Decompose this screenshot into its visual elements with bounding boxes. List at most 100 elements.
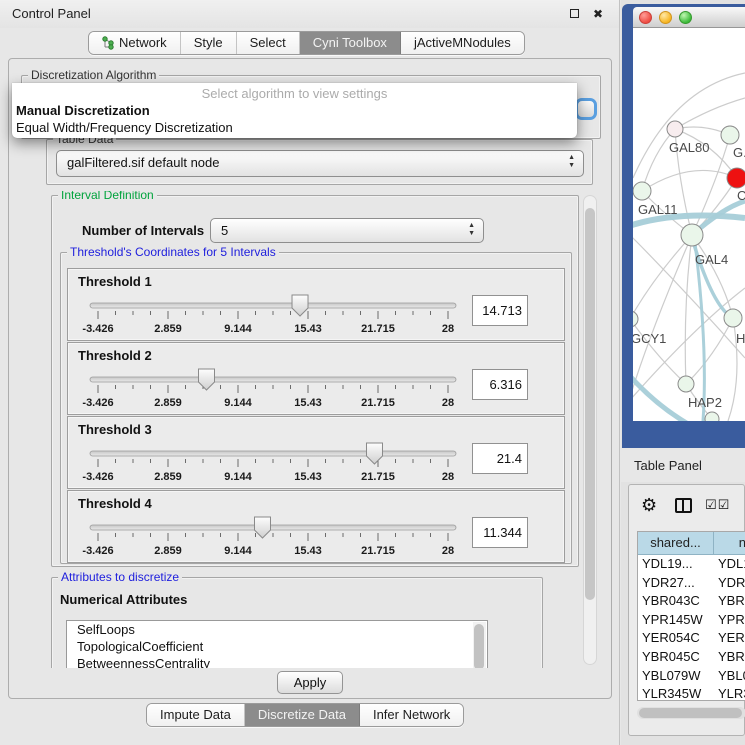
attribute-item-topologicalcoefficient[interactable]: TopologicalCoefficient [67,638,487,655]
table-toolbar: ⚙ ☑☑ [629,493,744,523]
threshold-value-field[interactable]: 11.344 [472,517,528,548]
tab-discretize-data[interactable]: Discretize Data [245,704,360,726]
tab-select[interactable]: Select [237,32,300,54]
tab-label: Discretize Data [258,704,346,726]
num-intervals-label: Number of Intervals [82,223,204,238]
table-data-group: Table Data galFiltered.sif default node … [46,139,593,185]
bottom-tabbar: Impute Data Discretize Data Infer Network [146,703,464,727]
table-row[interactable]: YDL19...YDL1 [638,555,745,574]
network-node[interactable] [705,412,719,421]
network-node[interactable] [633,311,638,327]
svg-text:21.715: 21.715 [361,471,395,483]
num-intervals-spinner[interactable]: 5 ▲▼ [210,218,484,243]
num-intervals-value: 5 [221,223,228,238]
network-node[interactable] [633,182,651,200]
tab-style[interactable]: Style [181,32,237,54]
slider-thumb [366,443,382,464]
group-title: Interval Definition [58,191,157,202]
network-window: GAL80G.CGAL11GAL4GCY1HHAP2 [622,4,745,448]
threshold-slider[interactable]: -3.4262.8599.14415.4321.71528 [84,368,464,412]
table-row[interactable]: YBL079WYBL0 [638,667,745,686]
gear-icon[interactable]: ⚙ [641,495,657,516]
tab-network[interactable]: Network [89,32,181,54]
algorithm-combobox-button[interactable] [575,98,597,120]
dropdown-placeholder-item[interactable]: Select algorithm to view settings [12,85,577,102]
threshold-value-field[interactable]: 14.713 [472,295,528,326]
svg-text:2.859: 2.859 [154,545,182,557]
numerical-attributes-list[interactable]: SelfLoopsTopologicalCoefficientBetweenne… [66,620,488,668]
network-node[interactable] [727,168,745,188]
network-node[interactable] [724,309,742,327]
numerical-attributes-label: Numerical Attributes [60,592,187,607]
threshold-label: Threshold 3 [78,422,152,437]
svg-text:21.715: 21.715 [361,545,395,557]
checkbox-icons[interactable]: ☑☑ [705,497,730,513]
mac-minimize-button[interactable] [659,11,672,24]
attributes-list-scrollbar[interactable] [473,622,486,668]
table-row[interactable]: YDR27...YDR2 [638,574,745,593]
tab-jactivemnodules[interactable]: jActiveMNodules [401,32,524,54]
tab-label: Infer Network [373,704,450,726]
network-icon [102,36,114,50]
svg-text:-3.426: -3.426 [82,397,113,409]
table-row[interactable]: YER054CYER0 [638,629,745,648]
control-panel: Control Panel ✖ Network Style Select Cyni T… [0,0,620,745]
column-header-shared-[interactable]: shared... [638,532,714,554]
network-node[interactable] [721,126,739,144]
table-row[interactable]: YBR045CYBR0 [638,648,745,667]
svg-text:28: 28 [442,471,454,483]
node-table[interactable]: shared...n YDL19...YDL1YDR27...YDR2YBR04… [637,531,745,701]
mac-close-button[interactable] [639,11,652,24]
settings-vertical-scrollbar[interactable] [583,195,597,665]
svg-text:21.715: 21.715 [361,397,395,409]
tab-infer-network[interactable]: Infer Network [360,704,463,726]
tab-label: Style [194,32,223,54]
table-horizontal-scrollbar[interactable] [637,707,745,719]
close-icon[interactable]: ✖ [591,7,605,21]
dropdown-option-equal-width-frequency-discretization[interactable]: Equal Width/Frequency Discretization [12,119,577,136]
column-header-n[interactable]: n [714,532,745,554]
table-row[interactable]: YBR043CYBR0 [638,592,745,611]
table-data-combobox[interactable]: galFiltered.sif default node ▲▼ [56,150,584,177]
tab-label: jActiveMNodules [414,32,511,54]
threshold-slider[interactable]: -3.4262.8599.14415.4321.71528 [84,516,464,560]
attribute-item-betweennesscentrality[interactable]: BetweennessCentrality [67,655,487,668]
network-node[interactable] [667,121,683,137]
node-label: HAP2 [688,395,722,410]
table-data-selected-value: galFiltered.sif default node [67,155,219,170]
threshold-slider[interactable]: -3.4262.8599.14415.4321.71528 [84,294,464,338]
mac-zoom-button[interactable] [679,11,692,24]
attribute-item-selfloops[interactable]: SelfLoops [67,621,487,638]
tab-label: Impute Data [160,704,231,726]
table-row[interactable]: YPR145WYPR1 [638,611,745,630]
table-row[interactable]: YLR345WYLR3 [638,685,745,701]
table-cell: YBL079W [638,667,714,686]
dropdown-option-manual-discretization[interactable]: Manual Discretization [12,102,577,119]
attributes-group: Attributes to discretize Numerical Attri… [51,577,543,668]
network-canvas[interactable]: GAL80G.CGAL11GAL4GCY1HHAP2 [633,28,745,421]
table-cell: YLR345W [638,685,714,701]
threshold-panel-1: Threshold 1-3.4262.8599.14415.4321.71528… [67,268,565,341]
tab-cyni-toolbox[interactable]: Cyni Toolbox [300,32,401,54]
spinner-stepper-icon: ▲▼ [468,222,475,238]
threshold-slider[interactable]: -3.4262.8599.14415.4321.71528 [84,442,464,486]
network-node[interactable] [681,224,703,246]
threshold-value-field[interactable]: 21.4 [472,443,528,474]
threshold-panel-3: Threshold 3-3.4262.8599.14415.4321.71528… [67,416,565,489]
tab-impute-data[interactable]: Impute Data [147,704,245,726]
apply-button[interactable]: Apply [277,671,343,694]
network-window-titlebar [633,7,745,28]
tab-label: Select [250,32,286,54]
slider-thumb [254,517,270,538]
column-layout-icon[interactable] [675,498,692,513]
network-node[interactable] [678,376,694,392]
svg-text:-3.426: -3.426 [82,471,113,483]
group-title: Attributes to discretize [58,570,182,584]
threshold-value-field[interactable]: 6.316 [472,369,528,400]
float-window-icon[interactable] [567,7,581,21]
screen: Control Panel ✖ Network Style Select Cyni T… [0,0,745,745]
table-cell: YPR145W [638,611,714,630]
table-panel-title: Table Panel [634,458,702,473]
panel-title: Control Panel [12,6,91,21]
svg-text:9.144: 9.144 [224,323,252,335]
